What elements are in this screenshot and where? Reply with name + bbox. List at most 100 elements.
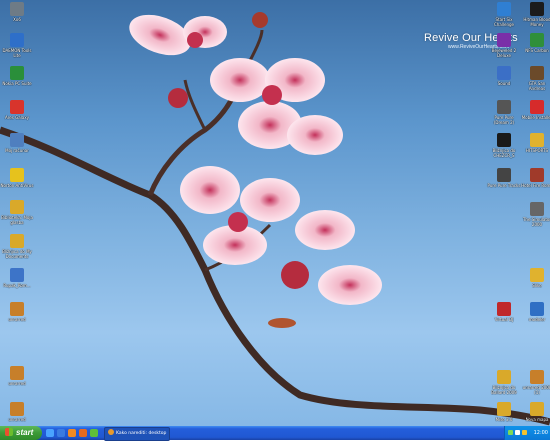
desktop-icon-label: Hitman Blood Money <box>523 17 550 27</box>
desktop-icon-label: Norton AntiVirus <box>0 183 34 188</box>
desktop-icon-label: Biblioteka: Moja glasba <box>1 215 33 225</box>
app-icon <box>497 100 511 114</box>
desktop-icon-label: Mobile Installer <box>521 115 550 120</box>
tray-volume-icon[interactable] <box>515 430 520 435</box>
desktop-icon-label: Virtual DJ <box>494 317 514 322</box>
desktop-icon-xo6[interactable]: Xo6 <box>0 2 34 22</box>
desktop-icon-mlauncher[interactable]: Mobile Installer <box>520 100 550 120</box>
desktop-icon-gtasa[interactable]: GTA San Andreas <box>520 66 550 91</box>
wallpaper-cherry-blossom <box>0 12 550 426</box>
msn-icon[interactable] <box>90 429 98 437</box>
desktop-icon-label: Mise 3.0 <box>495 417 513 422</box>
app-icon <box>530 202 544 216</box>
game-icon <box>530 2 544 16</box>
desktop-icon-unrar3[interactable]: unrarred <box>0 402 34 422</box>
desktop-icon-unrar1[interactable]: unrarred <box>0 302 34 322</box>
archive-icon <box>10 402 24 416</box>
folder-icon <box>497 370 511 384</box>
tray-network-icon[interactable] <box>508 430 513 435</box>
app-icon <box>497 133 511 147</box>
m-icon <box>530 100 544 114</box>
app-icon <box>497 2 511 16</box>
game-icon <box>530 168 544 182</box>
desktop-icon-rupak[interactable]: Rupak_Rom... <box>0 268 34 288</box>
desktop-icon-modeler[interactable]: modeler <box>520 302 550 322</box>
document-icon <box>10 268 24 282</box>
media-player-icon[interactable] <box>68 429 76 437</box>
desktop-icon-label: DAEMON Tools Lite <box>2 48 32 58</box>
folder-icon <box>10 234 24 248</box>
folder-icon <box>10 2 24 16</box>
desktop-icon-label: Pure Pure Tracks <box>487 183 521 188</box>
desktop-icon-label: Slike <box>532 283 542 288</box>
desktop-icon-sim[interactable]: The Simulator 2000 <box>520 202 550 227</box>
firefox-icon[interactable] <box>79 429 87 437</box>
desktop-icon-label: Start Six Challenge <box>494 17 514 27</box>
desktop-icon-mydocs[interactable]: Bližnjica do My Documents <box>0 234 34 259</box>
desktop-icon-label: NFS Carbon <box>525 48 549 53</box>
desktop-icon-hitman[interactable]: Hitman Blood Money <box>520 2 550 27</box>
desktop-icon-label: unrarred <box>8 317 26 322</box>
desktop-icon-biblioteka[interactable]: Biblioteka: Moja glasba <box>0 200 34 225</box>
app-icon <box>497 168 511 182</box>
desktop-icon-nfs[interactable]: NFS Carbon <box>520 33 550 53</box>
computer-icon <box>10 133 24 147</box>
folder-icon <box>530 133 544 147</box>
desktop-icon-label: Nokia PC Suite <box>2 81 32 86</box>
start-label: start <box>16 428 34 437</box>
start-button[interactable]: start <box>0 426 42 440</box>
desktop-icon-label: HITSPORTS <box>525 148 549 153</box>
folder-icon <box>10 200 24 214</box>
archive-icon <box>10 302 24 316</box>
desktop-icon-chezcr[interactable]: Bližnjica do CHEZCR_S <box>487 133 521 158</box>
blossom-top <box>129 14 227 56</box>
desktop-icon-label: modeler <box>528 317 546 322</box>
clock[interactable]: 12:00 <box>534 426 548 440</box>
desktop-icon-hotelfire[interactable]: Hotel Fire Rome <box>520 168 550 188</box>
taskbar-button-label: Kako narediti: desktop <box>116 431 167 436</box>
desktop-icon-virtualdj[interactable]: Virtual DJ <box>487 302 521 322</box>
desktop-icon-nova[interactable]: Nova mapa <box>520 402 550 422</box>
desktop-icon-label: Bližnjica do CHEZCR_S <box>492 148 516 158</box>
game-icon <box>530 33 544 47</box>
show-desktop-icon[interactable] <box>46 429 54 437</box>
daemon-icon <box>10 33 24 47</box>
archive-icon <box>530 370 544 384</box>
desktop-icon-ares[interactable]: Ares Galaxy <box>0 100 34 120</box>
ie-icon[interactable] <box>57 429 65 437</box>
desktop-icon-slike[interactable]: Slike <box>520 268 550 288</box>
taskbar: start Kako narediti: desktop 12:00 <box>0 426 550 441</box>
desktop-icon-unrar4[interactable]: unrarred 2008 (1) <box>520 370 550 395</box>
desktop-icon-unrar2[interactable]: unrarred <box>0 366 34 386</box>
folder-icon <box>497 402 511 416</box>
desktop-icon-label: Bejeweled 2 Deluxe <box>491 48 517 58</box>
desktop-icon-label: Hotel Fire Rome <box>521 183 550 188</box>
desktop-icon-pure[interactable]: Pure Pure (Dream 2) <box>487 100 521 125</box>
desktop-icon-pure2[interactable]: Pure Pure Tracks <box>487 168 521 188</box>
window-app-icon <box>108 429 114 435</box>
desktop-icon-label: Xo6 <box>13 17 21 22</box>
desktop-icon-daemon[interactable]: DAEMON Tools Lite <box>0 33 34 58</box>
desktop-icon-wmc[interactable]: Mise 3.0 <box>487 402 521 422</box>
desktop-icon-label: Rupak_Rom... <box>3 283 31 288</box>
archive-icon <box>10 366 24 380</box>
desktop-icon-startsix[interactable]: Start Six Challenge <box>487 2 521 27</box>
taskbar-button-window[interactable]: Kako narediti: desktop <box>104 427 170 441</box>
desktop-icon-nokia[interactable]: Nokia PC Suite <box>0 66 34 86</box>
folder-icon <box>530 268 544 282</box>
desktop-icon-sound[interactable]: Sound <box>487 66 521 86</box>
desktop-icon-label: Sound <box>497 81 511 86</box>
desktop-icon-ballandbird[interactable]: Bližnjica do Ballard 2009 <box>487 370 521 395</box>
tray-antivirus-icon[interactable] <box>522 430 527 435</box>
desktop-icon-label: Ares Galaxy <box>5 115 29 120</box>
desktop-icon-label: unrarred 2008 (1) <box>522 385 550 395</box>
game-icon <box>530 66 544 80</box>
desktop-icon-bejeweled[interactable]: Bejeweled 2 Deluxe <box>487 33 521 58</box>
desktop-icon-label: Pure Pure (Dream 2) <box>493 115 515 125</box>
desktop-icon-norton[interactable]: Norton AntiVirus <box>0 168 34 188</box>
desktop-icon-label: unrarred <box>8 417 26 422</box>
desktop-icon-moj[interactable]: Moj računar <box>0 133 34 153</box>
desktop[interactable]: Revive Our Hearts www.ReviveOurHearts.co… <box>0 0 550 426</box>
desktop-icon-hitsports[interactable]: HITSPORTS <box>520 133 550 153</box>
sound-icon <box>497 66 511 80</box>
